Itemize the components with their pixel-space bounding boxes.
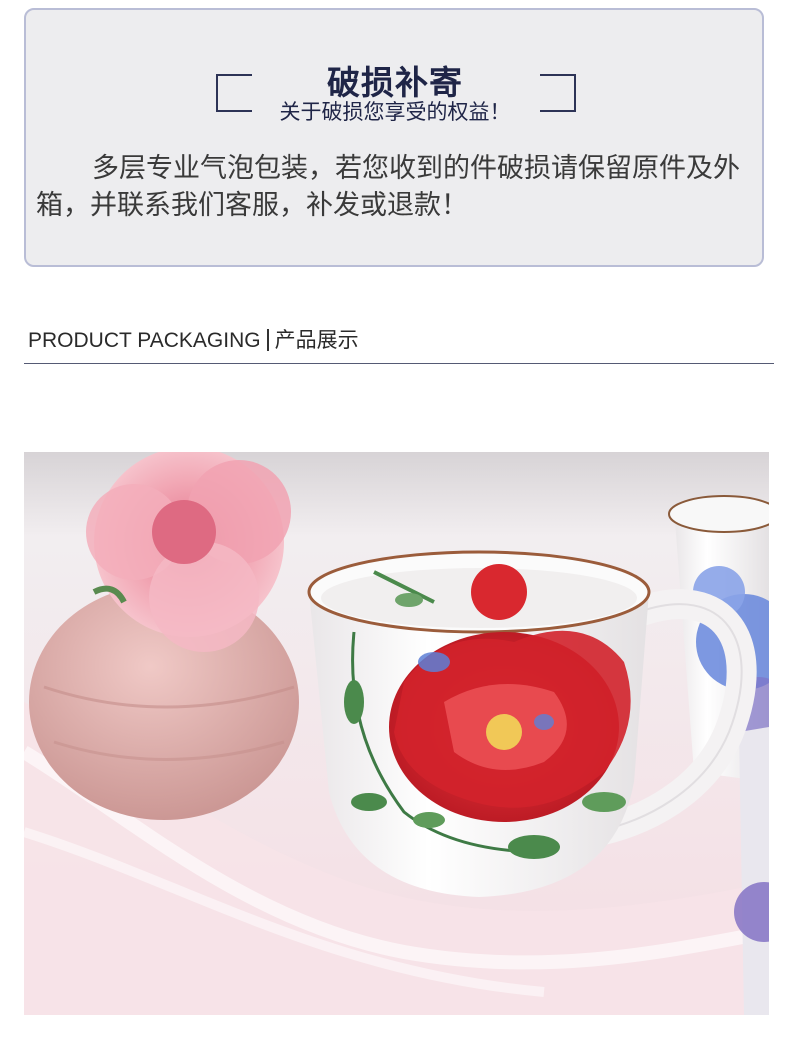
third-mug xyxy=(739,727,769,1015)
section-title-cn: 产品展示 xyxy=(274,329,359,352)
product-photo xyxy=(24,452,769,1015)
notice-body: 多层专业气泡包装，若您收到的件破损请保留原件及外箱，并联系我们客服，补发或退款！ xyxy=(36,153,740,221)
section-title-separator xyxy=(266,329,269,351)
notice-subtitle: 关于破损您享受的权益！ xyxy=(279,100,511,124)
product-photo-illustration xyxy=(24,452,769,1015)
section-title-en: PRODUCT PACKAGING xyxy=(28,329,261,352)
section-divider xyxy=(24,363,774,364)
section-header: PRODUCT PACKAGING 产品展示 xyxy=(28,324,774,364)
damage-notice-box xyxy=(24,8,764,267)
